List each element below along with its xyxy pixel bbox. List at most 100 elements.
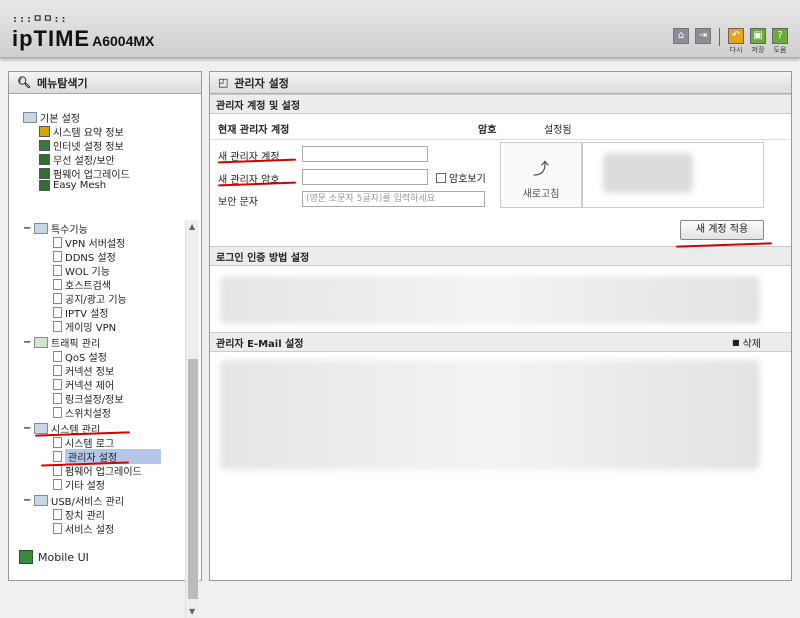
page-icon xyxy=(53,293,62,304)
save-icon: ▣ xyxy=(750,28,766,44)
traffic-folder-icon xyxy=(34,337,48,348)
page-icon xyxy=(53,479,62,490)
sidebar-item-gaming-vpn[interactable]: 게이밍 VPN xyxy=(53,319,116,334)
delete-icon: ■ xyxy=(732,337,740,347)
tree-traffic[interactable]: − 트래픽 관리 xyxy=(23,335,100,350)
scroll-thumb[interactable] xyxy=(188,359,198,599)
sidebar-item-system-summary[interactable]: 시스템 요약 정보 xyxy=(39,124,124,139)
refresh-captcha-button[interactable]: ⤴ 새로고침 xyxy=(500,142,582,208)
window-icon: ◰ xyxy=(218,76,229,89)
logo: ipTIME A6004MX xyxy=(12,26,154,52)
new-pw-input[interactable] xyxy=(302,169,428,185)
sidebar-item-service[interactable]: 서비스 설정 xyxy=(53,521,114,536)
checkbox[interactable] xyxy=(436,172,446,183)
page-title: ◰ 관리자 설정 xyxy=(210,72,791,94)
chart-icon xyxy=(39,126,50,137)
captcha-label: 보안 문자 xyxy=(218,197,258,208)
sidebar-item-conn-control[interactable]: 커넥션 제어 xyxy=(53,377,114,392)
sidebar-item-qos[interactable]: QoS 설정 xyxy=(53,349,107,364)
sidebar-item-firmware-basic[interactable]: 펌웨어 업그레이드 xyxy=(39,166,130,181)
blurred-content xyxy=(220,360,760,470)
mesh-icon xyxy=(39,180,50,191)
delete-button[interactable]: ■ 삭제 xyxy=(732,335,761,350)
page-icon xyxy=(53,509,62,520)
sidebar-item-wol[interactable]: WOL 기능 xyxy=(53,263,110,278)
sidebar-item-vpn[interactable]: VPN 서버설정 xyxy=(53,235,125,250)
sidebar-item-easy-mesh[interactable]: Easy Mesh xyxy=(39,180,106,191)
page-icon xyxy=(53,265,62,276)
mobile-ui-link[interactable]: Mobile UI xyxy=(19,550,89,564)
blurred-content xyxy=(220,276,760,324)
captcha-input[interactable]: (영문 소문자 5글자)를 입력하세요 xyxy=(302,191,485,207)
save-button[interactable]: ▣ 저장 xyxy=(750,28,766,55)
new-id-input[interactable] xyxy=(302,146,428,162)
page-icon xyxy=(53,451,62,462)
help-button[interactable]: ? 도움 xyxy=(772,28,788,55)
page-icon xyxy=(53,321,62,332)
usb-folder-icon xyxy=(34,495,48,506)
sidebar-item-etc[interactable]: 기타 설정 xyxy=(53,477,105,492)
home-icon[interactable]: ⌂ xyxy=(673,28,689,44)
mobile-icon xyxy=(19,550,33,564)
search-icon: 🔍︎ xyxy=(17,76,31,89)
undo-icon: ↶ xyxy=(728,28,744,44)
sidebar-item-internet[interactable]: 인터넷 설정 정보 xyxy=(39,138,124,153)
refresh-icon: ⤴ xyxy=(532,159,549,178)
scroll-down-icon[interactable]: ▼ xyxy=(189,607,195,616)
sidebar-item-device[interactable]: 장치 관리 xyxy=(53,507,105,522)
scroll-up-icon[interactable]: ▲ xyxy=(189,222,195,231)
sidebar-item-notice[interactable]: 공지/광고 기능 xyxy=(53,291,127,306)
page-icon xyxy=(53,523,62,534)
captcha-image xyxy=(582,142,764,208)
admin-settings-panel: ◰ 관리자 설정 관리자 계정 및 설정 현재 관리자 계정 암호 설정됨 새 관… xyxy=(209,71,792,581)
page-icon xyxy=(53,393,62,404)
apply-account-button[interactable]: 새 계정 적용 xyxy=(680,220,764,240)
page-icon xyxy=(53,437,62,448)
logo-dots: :::ㅁㅁ:: xyxy=(12,14,68,25)
tree-special-functions[interactable]: − 특수기능 xyxy=(23,221,88,236)
page-icon xyxy=(53,351,62,362)
page-icon xyxy=(53,251,62,262)
help-icon: ? xyxy=(772,28,788,44)
user-icon xyxy=(39,140,50,151)
logout-icon[interactable]: ⇥ xyxy=(695,28,711,44)
page-icon xyxy=(53,407,62,418)
model-name: A6004MX xyxy=(92,33,155,49)
folder-icon xyxy=(34,423,48,434)
brand: ipTIME xyxy=(12,26,91,51)
header: :::ㅁㅁ:: ipTIME A6004MX ⌂ ⇥ ↶ 다시 ▣ 저장 ? 도움 xyxy=(0,0,800,58)
header-divider xyxy=(719,28,720,46)
tree-basic-settings[interactable]: 기본 설정 xyxy=(23,110,80,125)
email-section-header: 관리자 E-Mail 설정 ■ 삭제 xyxy=(210,332,791,352)
sidebar-item-conn-info[interactable]: 커넥션 정보 xyxy=(53,363,114,378)
folder-icon xyxy=(23,112,37,123)
sidebar-item-host-search[interactable]: 호스트검색 xyxy=(53,277,111,292)
collapse-icon: − xyxy=(23,337,32,348)
menu-explorer-title: 🔍︎ 메뉴탐색기 xyxy=(9,72,201,94)
sidebar-item-link[interactable]: 링크설정/정보 xyxy=(53,391,124,406)
sidebar-scrollbar[interactable]: ▲ ▼ xyxy=(185,220,199,618)
current-account-row: 현재 관리자 계정 암호 설정됨 xyxy=(218,124,572,136)
sidebar-item-syslog[interactable]: 시스템 로그 xyxy=(53,435,114,450)
show-password-toggle[interactable]: 암호보기 xyxy=(436,170,486,185)
collapse-icon: − xyxy=(23,495,32,506)
wifi-icon xyxy=(39,154,50,165)
menu-explorer: 🔍︎ 메뉴탐색기 기본 설정 시스템 요약 정보 인터넷 설정 정보 무선 설정/… xyxy=(8,71,202,618)
page-icon xyxy=(53,279,62,290)
sidebar-item-ddns[interactable]: DDNS 설정 xyxy=(53,249,116,264)
folder-icon xyxy=(34,223,48,234)
sidebar-item-switch[interactable]: 스위치설정 xyxy=(53,405,111,420)
collapse-icon: − xyxy=(23,423,32,434)
page-icon xyxy=(53,365,62,376)
upgrade-icon xyxy=(39,168,50,179)
sidebar-item-iptv[interactable]: IPTV 설정 xyxy=(53,305,109,320)
page-icon xyxy=(53,379,62,390)
row-divider xyxy=(210,139,791,140)
undo-button[interactable]: ↶ 다시 xyxy=(728,28,744,55)
tree-usb[interactable]: − USB/서비스 관리 xyxy=(23,493,124,508)
account-section-header: 관리자 계정 및 설정 xyxy=(210,94,791,114)
page-icon xyxy=(53,237,62,248)
page-icon xyxy=(53,307,62,318)
sidebar-item-wireless[interactable]: 무선 설정/보안 xyxy=(39,152,115,167)
login-section-header: 로그인 인증 방법 설정 xyxy=(210,246,791,266)
